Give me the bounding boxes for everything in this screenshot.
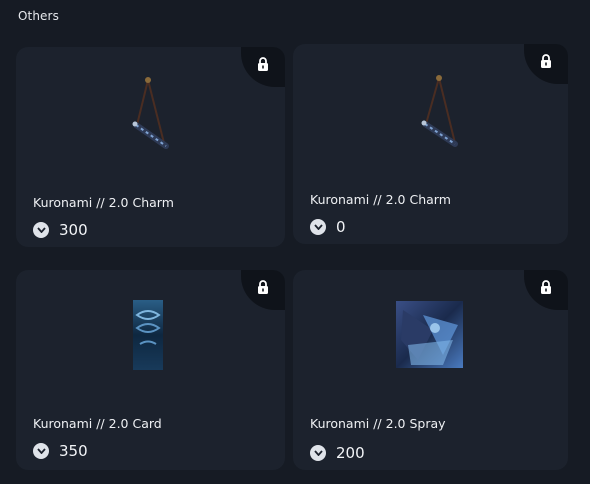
section-title: Others [18,9,59,23]
currency-icon [310,445,326,461]
item-price: 0 [310,218,346,236]
price-value: 350 [59,442,88,460]
item-price: 300 [33,221,88,239]
currency-icon [310,219,326,235]
item-name: Kuronami // 2.0 Charm [33,195,174,210]
currency-icon [33,443,49,459]
item-name: Kuronami // 2.0 Card [33,416,162,431]
spray-image [396,301,463,368]
item-price: 350 [33,442,88,460]
lock-icon [258,280,268,294]
item-price: 200 [310,444,365,462]
item-card-card[interactable]: Kuronami // 2.0 Card 350 [16,270,285,470]
item-card-charm-1[interactable]: Kuronami // 2.0 Charm 300 [16,47,285,247]
charm-image [421,75,458,147]
item-card-charm-2[interactable]: Kuronami // 2.0 Charm 0 [293,44,568,244]
charm-image [132,77,169,149]
lock-icon [258,57,268,71]
item-name: Kuronami // 2.0 Spray [310,416,446,431]
lock-icon [541,54,551,68]
item-card-spray[interactable]: Kuronami // 2.0 Spray 200 [293,270,568,470]
price-value: 200 [336,444,365,462]
currency-icon [33,222,49,238]
card-image [133,300,163,370]
price-value: 300 [59,221,88,239]
lock-icon [541,280,551,294]
price-value: 0 [336,218,346,236]
item-name: Kuronami // 2.0 Charm [310,192,451,207]
